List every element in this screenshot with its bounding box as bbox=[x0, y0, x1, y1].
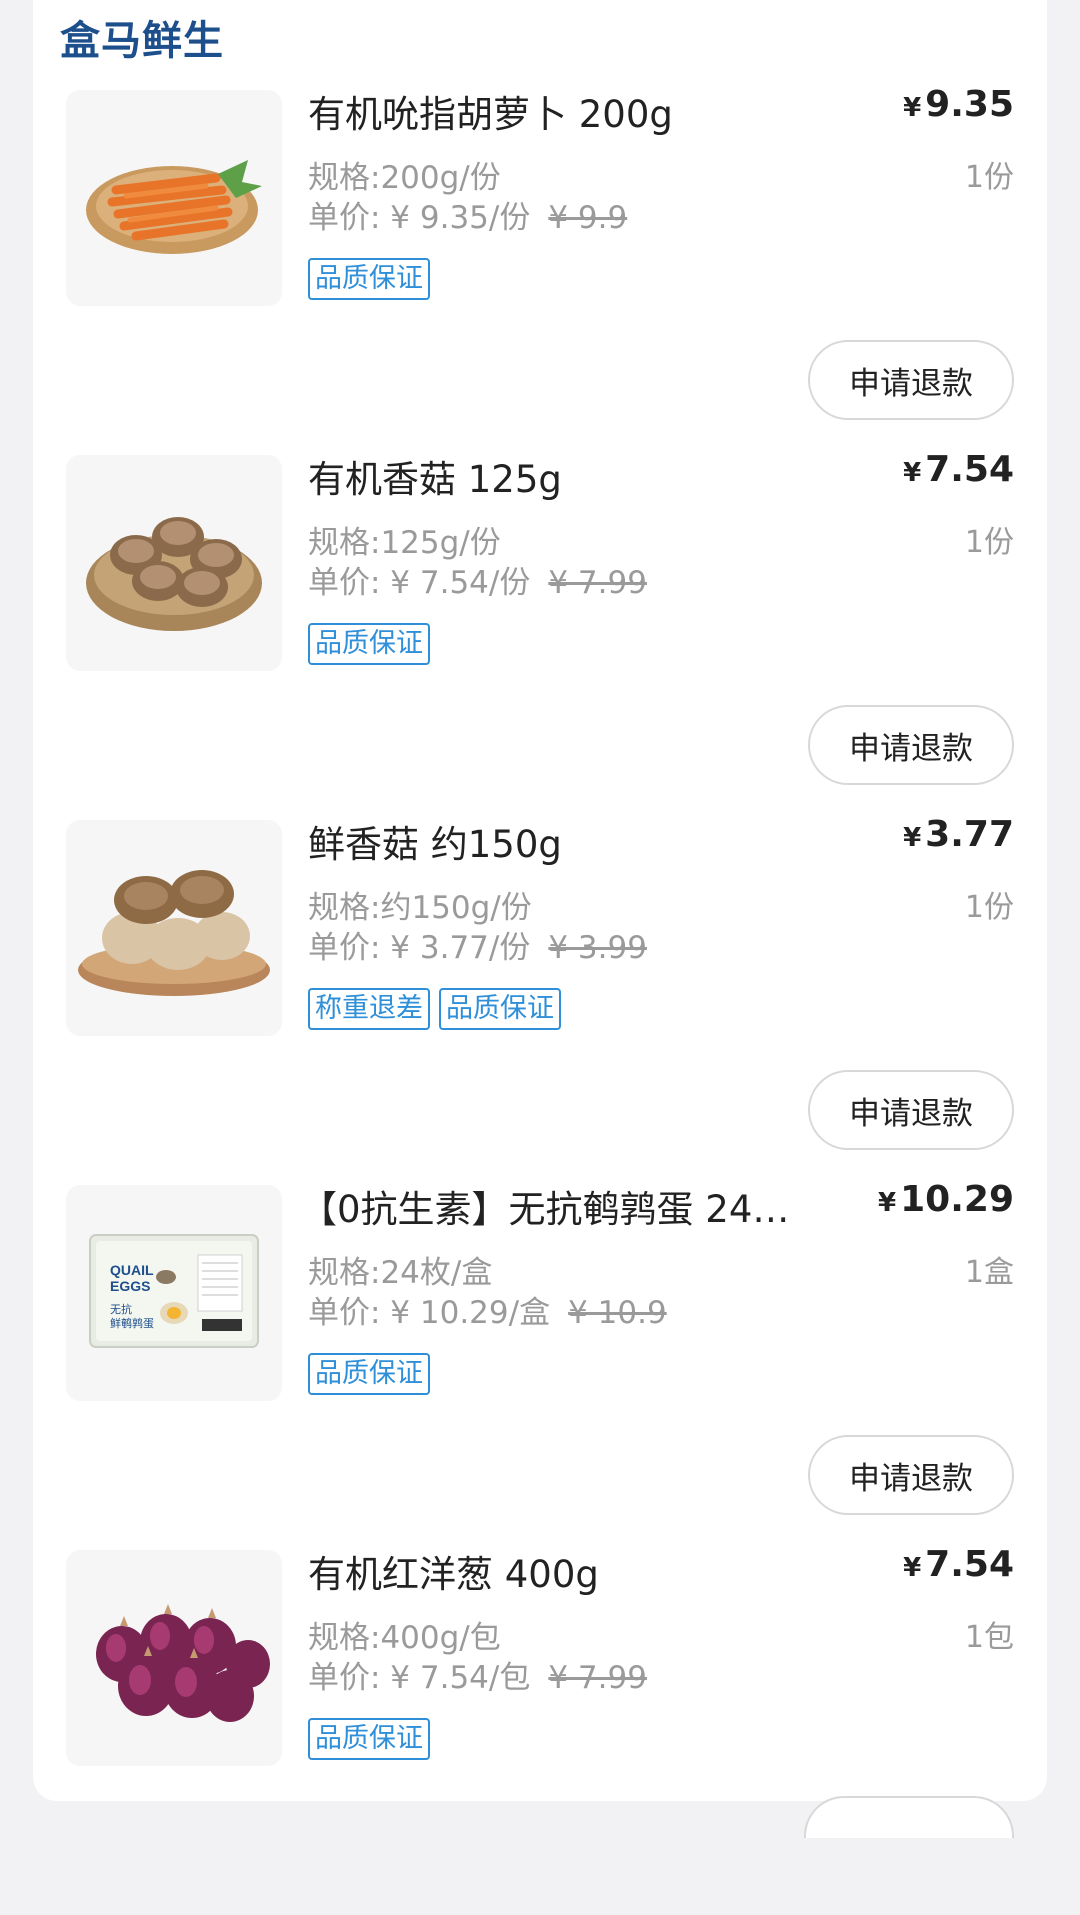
unit-price: 单价: ¥ 3.77/份 ¥ 3.99 bbox=[308, 930, 647, 966]
product-price: ¥3.77 bbox=[903, 814, 1014, 855]
list-item: 鲜香菇 约150g ¥3.77 规格:约150g/份 1份 单价: ¥ 3.77… bbox=[0, 814, 1080, 1185]
refund-button[interactable]: 申请退款 bbox=[808, 1070, 1014, 1150]
product-quantity: 1份 bbox=[964, 525, 1014, 560]
tag-list: 品质保证 bbox=[308, 623, 430, 665]
product-image-red-onion[interactable] bbox=[66, 1550, 282, 1766]
original-price: ¥ 7.99 bbox=[548, 565, 647, 601]
svg-text:QUAIL: QUAIL bbox=[110, 1262, 154, 1278]
mushroom-icon bbox=[78, 870, 270, 996]
product-quantity: 1包 bbox=[964, 1620, 1014, 1655]
unit-price: 单价: ¥ 7.54/包 ¥ 7.99 bbox=[308, 1660, 647, 1696]
unit-price: 单价: ¥ 9.35/份 ¥ 9.9 bbox=[308, 200, 628, 236]
product-price: ¥10.29 bbox=[878, 1179, 1014, 1220]
quality-tag: 品质保证 bbox=[308, 1718, 430, 1760]
refund-button[interactable]: 申请退款 bbox=[808, 1435, 1014, 1515]
store-name[interactable]: 盒马鲜生 bbox=[60, 8, 224, 66]
original-price: ¥ 7.99 bbox=[548, 1660, 647, 1696]
svg-text:无抗: 无抗 bbox=[110, 1302, 132, 1316]
quality-tag: 品质保证 bbox=[308, 258, 430, 300]
svg-text:EGGS: EGGS bbox=[110, 1278, 150, 1294]
red-onion-icon bbox=[96, 1604, 270, 1722]
refund-button[interactable]: 申请退款 bbox=[808, 705, 1014, 785]
shiitake-icon bbox=[86, 517, 262, 631]
product-name[interactable]: 有机吮指胡萝卜 200g bbox=[308, 84, 798, 138]
list-item: 有机香菇 125g ¥7.54 规格:125g/份 1份 单价: ¥ 7.54/… bbox=[0, 449, 1080, 820]
refund-button-partial[interactable] bbox=[804, 1796, 1014, 1838]
tag-list: 品质保证 bbox=[308, 1353, 430, 1395]
product-image-mushroom[interactable] bbox=[66, 820, 282, 1036]
product-spec: 规格:400g/包 bbox=[308, 1620, 501, 1656]
quail-eggs-icon: QUAIL EGGS 无抗 鲜鹌鹑蛋 bbox=[89, 1234, 259, 1348]
carrots-icon bbox=[86, 160, 262, 254]
product-price: ¥7.54 bbox=[903, 1544, 1014, 1585]
original-price: ¥ 9.9 bbox=[548, 200, 628, 236]
product-quantity: 1份 bbox=[964, 160, 1014, 195]
tag-list: 品质保证 bbox=[308, 258, 430, 300]
product-name[interactable]: 【0抗生素】无抗鹌鹑蛋 24枚/盒 bbox=[300, 1179, 800, 1233]
product-image-quail-eggs[interactable]: QUAIL EGGS 无抗 鲜鹌鹑蛋 bbox=[66, 1185, 282, 1401]
list-item: 有机吮指胡萝卜 200g ¥9.35 规格:200g/份 1份 单价: ¥ 9.… bbox=[0, 84, 1080, 455]
weight-refund-tag: 称重退差 bbox=[308, 988, 430, 1030]
product-price: ¥7.54 bbox=[903, 449, 1014, 490]
list-item: 有机红洋葱 400g ¥7.54 规格:400g/包 1包 单价: ¥ 7.54… bbox=[0, 1544, 1080, 1915]
unit-price: 单价: ¥ 7.54/份 ¥ 7.99 bbox=[308, 565, 647, 601]
svg-text:鲜鹌鹑蛋: 鲜鹌鹑蛋 bbox=[110, 1316, 154, 1330]
unit-price: 单价: ¥ 10.29/盒 ¥ 10.9 bbox=[308, 1295, 667, 1331]
refund-button[interactable]: 申请退款 bbox=[808, 340, 1014, 420]
product-image-carrots[interactable] bbox=[66, 90, 282, 306]
tag-list: 品质保证 bbox=[308, 1718, 430, 1760]
product-name[interactable]: 有机红洋葱 400g bbox=[308, 1544, 798, 1598]
list-item: QUAIL EGGS 无抗 鲜鹌鹑蛋 【0抗生素】无抗鹌鹑蛋 24枚/盒 ¥10… bbox=[0, 1179, 1080, 1550]
product-spec: 规格:约150g/份 bbox=[308, 890, 532, 926]
quality-tag: 品质保证 bbox=[439, 988, 561, 1030]
quality-tag: 品质保证 bbox=[308, 623, 430, 665]
product-image-shiitake[interactable] bbox=[66, 455, 282, 671]
product-price: ¥9.35 bbox=[903, 84, 1014, 125]
tag-list: 称重退差 品质保证 bbox=[308, 988, 561, 1030]
product-quantity: 1份 bbox=[964, 890, 1014, 925]
original-price: ¥ 3.99 bbox=[548, 930, 647, 966]
product-spec: 规格:24枚/盒 bbox=[308, 1255, 493, 1291]
product-spec: 规格:200g/份 bbox=[308, 160, 501, 196]
product-name[interactable]: 有机香菇 125g bbox=[308, 449, 798, 503]
product-spec: 规格:125g/份 bbox=[308, 525, 501, 561]
original-price: ¥ 10.9 bbox=[568, 1295, 667, 1331]
product-name[interactable]: 鲜香菇 约150g bbox=[308, 814, 798, 868]
quality-tag: 品质保证 bbox=[308, 1353, 430, 1395]
product-quantity: 1盒 bbox=[964, 1255, 1014, 1290]
